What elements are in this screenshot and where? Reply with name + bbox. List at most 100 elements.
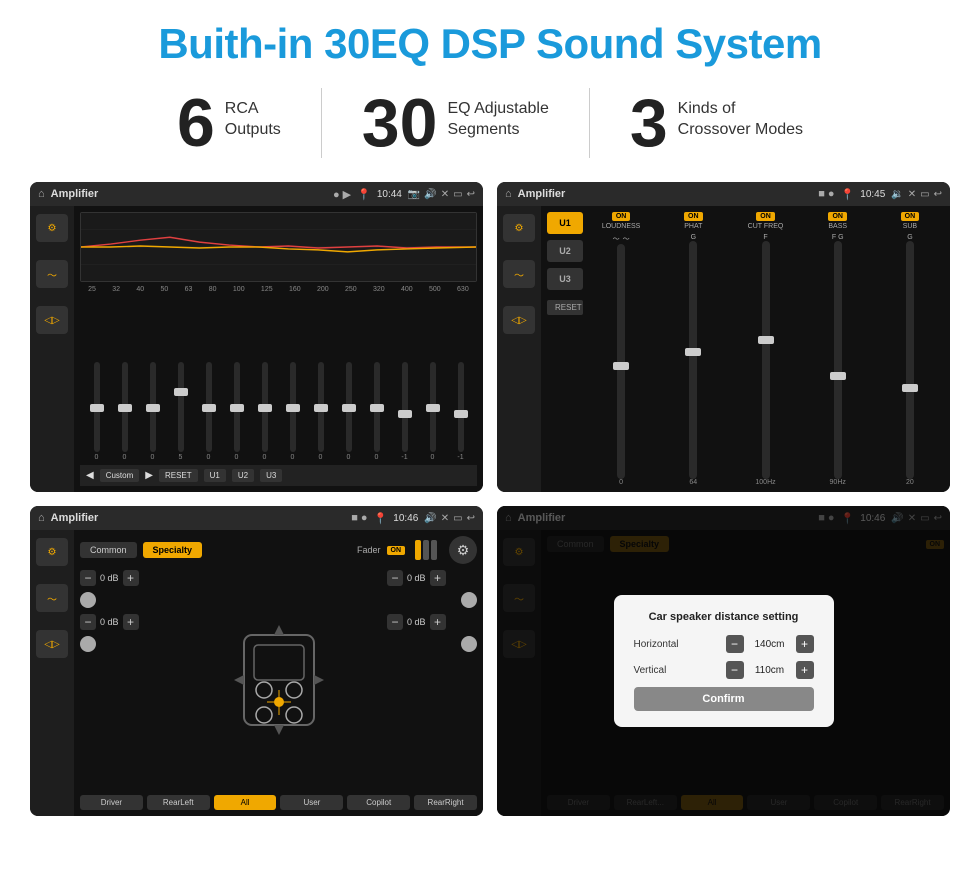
volume-icon: 🔊 [424,189,436,200]
eq-u1-btn[interactable]: U1 [204,469,226,482]
mixer-time: 10:46 [393,513,418,524]
page-title: Buith-in 30EQ DSP Sound System [30,20,950,68]
eq-thumb-2[interactable] [146,404,160,412]
eq-thumb-9[interactable] [342,404,356,412]
amp-home-icon: ⌂ [505,188,512,200]
eq-reset-btn[interactable]: RESET [159,469,198,482]
amp-left-sidebar: ⚙ 〜 ◁▷ [497,206,541,492]
eq-u2-btn[interactable]: U2 [232,469,254,482]
db-plus-2[interactable]: + [123,614,139,630]
stat-number-crossover: 3 [630,89,668,157]
horizontal-minus-btn[interactable]: − [726,635,744,653]
mixer-sidebar-btn-2[interactable]: 〜 [36,584,68,612]
amp-cutfreq-slider[interactable] [762,241,770,479]
eq-sidebar-btn-3[interactable]: ◁▷ [36,306,68,334]
amp-loudness-thumb[interactable] [613,362,629,370]
amp-loudness-slider[interactable] [617,244,625,479]
amp-bass-slider[interactable] [834,241,842,479]
eq-thumb-8[interactable] [314,404,328,412]
eq-slider-3: 5 [168,362,193,461]
amp-phat-slider[interactable] [689,241,697,479]
amp-u3-btn[interactable]: U3 [547,268,583,290]
page-wrapper: Buith-in 30EQ DSP Sound System 6 RCAOutp… [0,0,980,836]
db-minus-2[interactable]: − [80,614,96,630]
vertical-label: Vertical [634,665,667,676]
eq-thumb-7[interactable] [286,404,300,412]
eq-thumb-4[interactable] [202,404,216,412]
amp-cutfreq-col: ON CUT FREQ F 100Hz [731,212,799,486]
eq-preset-label: Custom [100,469,140,482]
mixer-topbar: ⌂ Amplifier ■ ● 📍 10:46 🔊 ✕ ▭ ↩ [30,506,483,530]
mixer-copilot-btn[interactable]: Copilot [347,795,410,810]
amp-phat-thumb[interactable] [685,348,701,356]
mixer-location-icon: 📍 [374,512,388,525]
eq-next-btn[interactable]: ▶ [145,470,153,481]
eq-sidebar-btn-1[interactable]: ⚙ [36,214,68,242]
amp-u1-btn[interactable]: U1 [547,212,583,234]
eq-graph [80,212,477,282]
eq-prev-btn[interactable]: ◀ [86,470,94,481]
eq-slider-8: 0 [308,362,333,461]
x-icon: ✕ [441,189,449,200]
confirm-button[interactable]: Confirm [634,687,814,711]
db-minus-3[interactable]: − [387,570,403,586]
mixer-rearleft-btn[interactable]: RearLeft [147,795,210,810]
mixer-sidebar-btn-1[interactable]: ⚙ [36,538,68,566]
amp-bass-thumb[interactable] [830,372,846,380]
eq-sidebar-btn-2[interactable]: 〜 [36,260,68,288]
mixer-rearright-btn[interactable]: RearRight [414,795,477,810]
eq-thumb-11[interactable] [398,410,412,418]
vertical-plus-btn[interactable]: + [796,661,814,679]
back-icon: ↩ [467,189,475,200]
eq-thumb-3[interactable] [174,388,188,396]
eq-thumb-1[interactable] [118,404,132,412]
distance-dialog: Car speaker distance setting Horizontal … [614,595,834,727]
db-plus-1[interactable]: + [123,570,139,586]
vertical-value-row: − 110cm + [726,661,814,679]
vertical-value: 110cm [750,665,790,676]
eq-slider-13: -1 [448,362,473,461]
amp-cutfreq-thumb[interactable] [758,336,774,344]
mixer-sidebar-btn-3[interactable]: ◁▷ [36,630,68,658]
stat-label-eq: EQ AdjustableSegments [447,89,548,141]
eq-thumb-6[interactable] [258,404,272,412]
eq-u3-btn[interactable]: U3 [260,469,282,482]
stat-number-rca: 6 [177,89,215,157]
mixer-screen-card: ⌂ Amplifier ■ ● 📍 10:46 🔊 ✕ ▭ ↩ ⚙ 〜 ◁▷ [30,506,483,816]
horizontal-plus-btn[interactable]: + [796,635,814,653]
amp-sidebar-btn-3[interactable]: ◁▷ [503,306,535,334]
amp-win-icon: ▭ [920,189,929,200]
eq-freq-labels: 253240506380100125160200250320400500630 [80,286,477,293]
settings-wheel-icon[interactable]: ⚙ [449,536,477,564]
eq-thumb-5[interactable] [230,404,244,412]
db-minus-4[interactable]: − [387,614,403,630]
amp-sub-thumb[interactable] [902,384,918,392]
mixer-left-controls: − 0 dB + − 0 dB + [80,570,170,789]
fader-bar-3 [431,540,437,560]
db-minus-1[interactable]: − [80,570,96,586]
mixer-user-btn[interactable]: User [280,795,343,810]
mixer-tab-common[interactable]: Common [80,542,137,558]
amp-reset-btn[interactable]: RESET [547,300,583,315]
amp-sidebar-btn-1[interactable]: ⚙ [503,214,535,242]
db-plus-3[interactable]: + [430,570,446,586]
amp-sidebar-btn-2[interactable]: 〜 [503,260,535,288]
vertical-minus-btn[interactable]: − [726,661,744,679]
mixer-topbar-title: Amplifier [51,512,346,524]
db-plus-4[interactable]: + [430,614,446,630]
amp-u2-btn[interactable]: U2 [547,240,583,262]
amp-loudness-on: ON [612,212,631,221]
mixer-vol-icon: 🔊 [424,513,436,524]
eq-thumb-12[interactable] [426,404,440,412]
mixer-tab-specialty[interactable]: Specialty [143,542,203,558]
mixer-driver-btn[interactable]: Driver [80,795,143,810]
mixer-content: Common Specialty Fader ON ⚙ [74,530,483,816]
amp-sub-slider[interactable] [906,241,914,479]
eq-thumb-13[interactable] [454,410,468,418]
eq-topbar: ⌂ Amplifier ● ▶ 📍 10:44 📷 🔊 ✕ ▭ ↩ [30,182,483,206]
eq-thumb-0[interactable] [90,404,104,412]
amp-content: U1 U2 U3 RESET ON LOUDNESS 〜〜 [541,206,950,492]
stat-rca: 6 RCAOutputs [137,89,321,157]
mixer-all-btn[interactable]: All [214,795,277,810]
eq-thumb-10[interactable] [370,404,384,412]
